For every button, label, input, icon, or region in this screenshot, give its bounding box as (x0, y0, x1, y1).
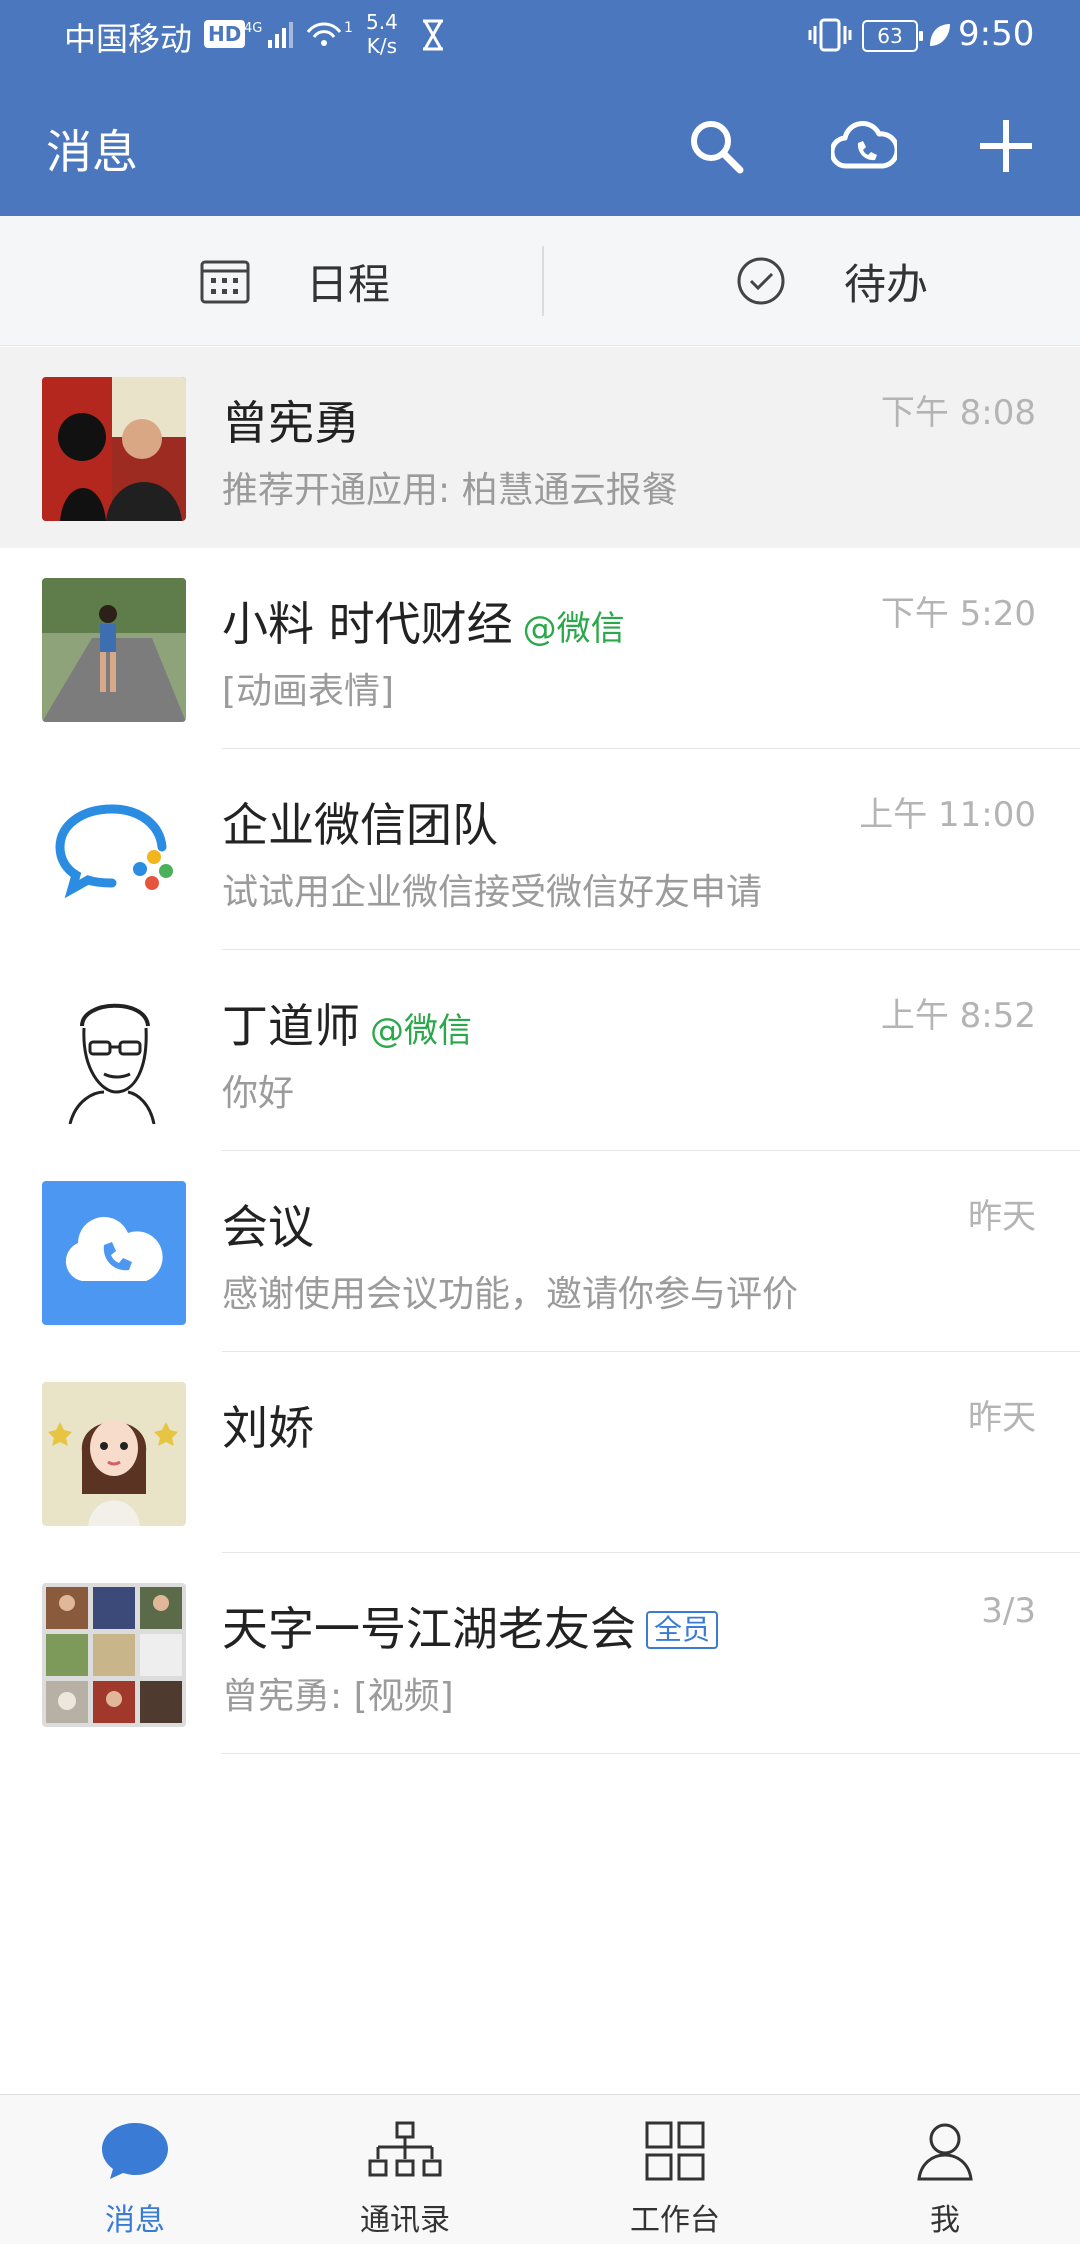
group-avatar (42, 1583, 186, 1727)
speed-unit: K/s (366, 34, 398, 58)
wifi-icon: 1 (304, 18, 360, 56)
nav-contacts[interactable]: 通讯录 (270, 2095, 540, 2244)
conversation-item[interactable]: 曾宪勇 推荐开通应用: 柏慧通云报餐 下午 8:08 (0, 347, 1080, 548)
conversation-preview: 曾宪勇: [视频] (222, 1676, 454, 1717)
conversation-preview: 你好 (222, 1073, 295, 1114)
page-title: 消息 (46, 125, 138, 179)
schedule-label: 日程 (306, 259, 391, 309)
nav-contacts-label: 通讯录 (360, 2203, 450, 2238)
signal-icon: 4G (244, 18, 296, 56)
plus-icon[interactable] (970, 110, 1042, 182)
avatar (42, 980, 186, 1124)
quick-actions-bar: 日程 待办 (0, 216, 1080, 346)
cloud-phone-icon[interactable] (828, 110, 900, 182)
conversation-name-text: 会议 (222, 1200, 314, 1254)
conversation-item[interactable]: 小料 时代财经 @微信 [动画表情] 下午 5:20 (0, 548, 1080, 749)
network-speed: 5.4 K/s (366, 10, 398, 58)
schedule-button[interactable]: 日程 (200, 216, 390, 346)
search-icon[interactable] (680, 110, 752, 182)
conversation-item[interactable]: 丁道师 @微信 你好 上午 8:52 (0, 950, 1080, 1151)
conversation-time: 上午 11:00 (859, 795, 1036, 835)
conversation-time: 昨天 (968, 1398, 1036, 1438)
conversation-time: 3/3 (981, 1591, 1036, 1631)
conversation-preview: 试试用企业微信接受微信好友申请 (222, 872, 763, 913)
conversation-name-text: 丁道师 (222, 999, 360, 1053)
chat-bubble-icon (95, 2113, 175, 2189)
all-members-badge: 全员 (646, 1611, 719, 1649)
meeting-icon (42, 1181, 186, 1325)
avatar (42, 578, 186, 722)
check-circle-icon (736, 256, 786, 306)
nav-workbench[interactable]: 工作台 (540, 2095, 810, 2244)
conversation-time: 下午 5:20 (880, 594, 1036, 634)
conversation-name-text: 刘娇 (222, 1401, 314, 1455)
app-header: 中国移动 HD 4G 1 5.4 K/s 63 9:50 消息 (0, 0, 1080, 216)
todo-label: 待办 (844, 259, 929, 309)
person-icon (905, 2113, 985, 2189)
conversation-name: 刘娇 (222, 1392, 314, 1458)
wechat-tag: @微信 (370, 1011, 472, 1051)
nav-me[interactable]: 我 (810, 2095, 1080, 2244)
status-time: 9:50 (958, 14, 1035, 54)
conversation-preview: 推荐开通应用: 柏慧通云报餐 (222, 470, 678, 511)
conversation-item[interactable]: 企业微信团队 试试用企业微信接受微信好友申请 上午 11:00 (0, 749, 1080, 950)
org-chart-icon (365, 2113, 445, 2189)
conversation-name-text: 曾宪勇 (222, 396, 360, 450)
hourglass-icon (420, 18, 446, 56)
conversation-name-text: 小料 时代财经 (222, 597, 513, 651)
avatar (42, 377, 186, 521)
status-bar: 中国移动 HD 4G 1 5.4 K/s 63 9:50 (0, 0, 1080, 72)
title-bar: 消息 (0, 72, 1080, 216)
wifi-count-label: 1 (344, 20, 353, 36)
conversation-name: 天字一号江湖老友会 全员 (222, 1593, 719, 1659)
network-label: 4G (244, 21, 262, 36)
row-divider (222, 1753, 1080, 1754)
quick-divider (542, 246, 544, 316)
conversation-time: 昨天 (968, 1197, 1036, 1237)
wecom-logo-icon (42, 779, 186, 923)
conversation-name-text: 企业微信团队 (222, 798, 498, 852)
vibrate-icon (808, 16, 852, 58)
conversation-time: 上午 8:52 (880, 996, 1036, 1036)
conversation-item[interactable]: 刘娇 昨天 (0, 1352, 1080, 1553)
nav-messages[interactable]: 消息 (0, 2095, 270, 2244)
battery-indicator: 63 (862, 20, 923, 52)
grid-icon (635, 2113, 715, 2189)
carrier-label: 中国移动 (64, 20, 193, 58)
conversation-item[interactable]: 天字一号江湖老友会 全员 曾宪勇: [视频] 3/3 (0, 1553, 1080, 1754)
avatar (42, 1382, 186, 1526)
conversation-item[interactable]: 会议 感谢使用会议功能，邀请你参与评价 昨天 (0, 1151, 1080, 1352)
conversation-preview: 感谢使用会议功能，邀请你参与评价 (222, 1274, 799, 1315)
bottom-nav: 消息 通讯录 工作台 我 (0, 2094, 1080, 2244)
conversation-name: 丁道师 @微信 (222, 990, 472, 1056)
hd-badge: HD (204, 20, 246, 48)
wechat-tag: @微信 (522, 609, 625, 649)
calendar-icon (200, 256, 250, 306)
conversation-name: 会议 (222, 1191, 314, 1257)
conversation-preview: [动画表情] (222, 671, 395, 712)
conversation-name-text: 天字一号江湖老友会 (222, 1602, 636, 1656)
leaf-icon (926, 20, 952, 54)
nav-messages-label: 消息 (105, 2203, 165, 2238)
nav-me-label: 我 (930, 2203, 960, 2238)
todo-button[interactable]: 待办 (736, 216, 928, 346)
conversation-name: 曾宪勇 (222, 387, 360, 453)
conversation-name: 企业微信团队 (222, 789, 498, 855)
speed-value: 5.4 (366, 10, 398, 34)
nav-workbench-label: 工作台 (630, 2203, 720, 2238)
conversation-time: 下午 8:08 (880, 393, 1036, 433)
conversation-name: 小料 时代财经 @微信 (222, 588, 625, 654)
